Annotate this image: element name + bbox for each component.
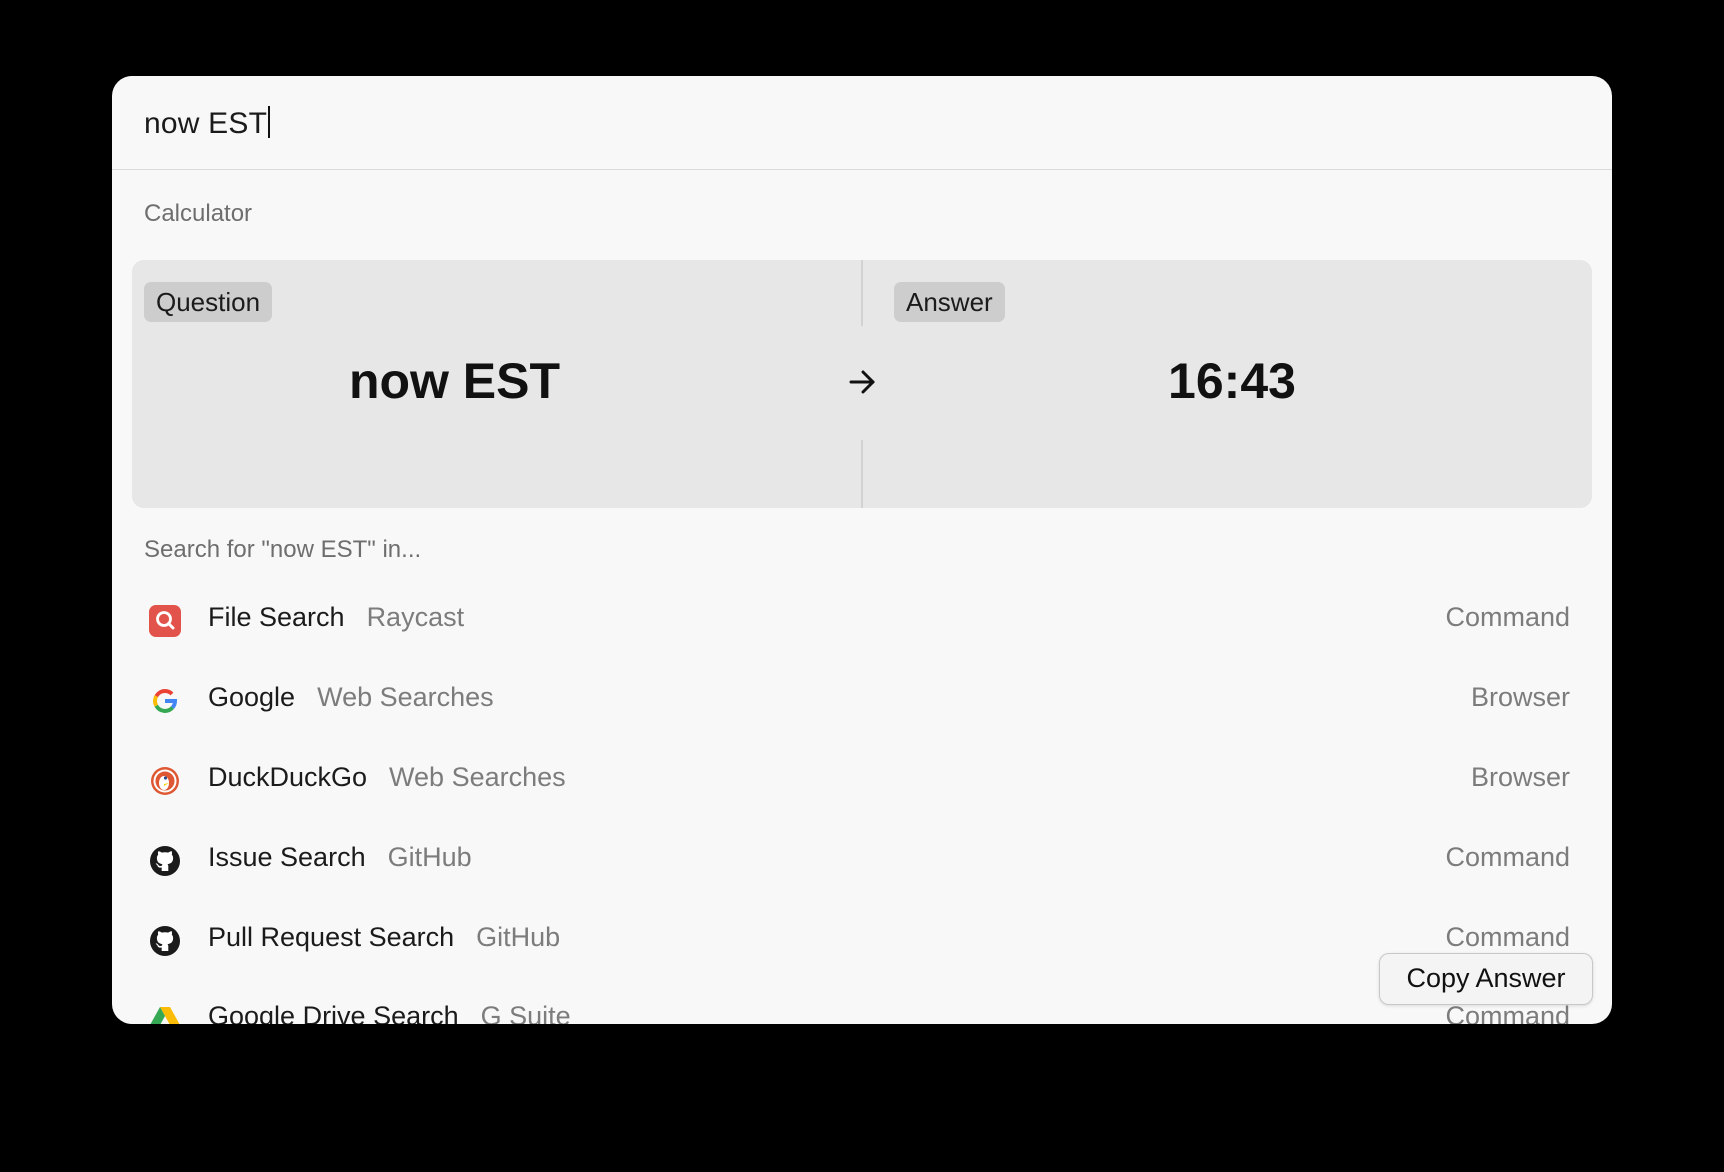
launcher-window: now EST Calculator Question now EST Answ… [112, 76, 1612, 1024]
item-title: Google [208, 682, 296, 712]
item-accessory: Command [1445, 602, 1570, 632]
item-title: Issue Search [208, 842, 366, 872]
copy-answer-button[interactable]: Copy Answer [1379, 953, 1593, 1005]
item-accessory: Browser [1470, 762, 1570, 792]
search-in-section-title: Search for "now EST" in... [144, 536, 422, 563]
item-title: DuckDuckGo [208, 762, 368, 792]
question-value: now EST [348, 353, 561, 409]
calculator-result-card[interactable]: Question now EST Answer 16:43 [132, 260, 1592, 508]
item-accessory: Command [1445, 842, 1570, 872]
item-accessory: Browser [1470, 682, 1570, 712]
item-accessory: Command [1445, 922, 1570, 952]
calculator-divider-bottom [861, 440, 863, 508]
list-item[interactable]: Google Web Searches Browser [112, 660, 1612, 740]
item-subtitle: Raycast [366, 602, 465, 632]
file-search-icon [149, 605, 181, 637]
item-subtitle: Web Searches [317, 682, 494, 712]
answer-value: 16:43 [1168, 353, 1296, 409]
search-input[interactable]: now EST [144, 106, 271, 141]
search-query: now EST [144, 107, 268, 140]
question-label: Question [144, 282, 273, 322]
item-subtitle: G Suite [480, 1001, 571, 1024]
github-icon [150, 926, 180, 956]
search-bar: now EST [112, 76, 1612, 170]
item-subtitle: GitHub [387, 842, 472, 872]
item-title: Google Drive Search [208, 1001, 459, 1024]
text-caret [268, 106, 271, 138]
github-icon [150, 846, 180, 876]
list-item[interactable]: File Search Raycast Command [112, 580, 1612, 660]
google-icon [153, 689, 178, 713]
arrow-right-icon [849, 370, 875, 394]
item-title: File Search [208, 602, 345, 632]
item-subtitle: Web Searches [389, 762, 566, 792]
list-item[interactable]: Issue Search GitHub Command [112, 820, 1612, 900]
item-title: Pull Request Search [208, 922, 455, 952]
duckduckgo-icon [151, 767, 179, 795]
calculator-divider-top [861, 260, 863, 326]
google-drive-icon [150, 1007, 180, 1024]
list-item[interactable]: DuckDuckGo Web Searches Browser [112, 740, 1612, 820]
item-subtitle: GitHub [476, 922, 561, 952]
answer-label: Answer [894, 282, 1005, 322]
calculator-section-title: Calculator [144, 200, 253, 227]
